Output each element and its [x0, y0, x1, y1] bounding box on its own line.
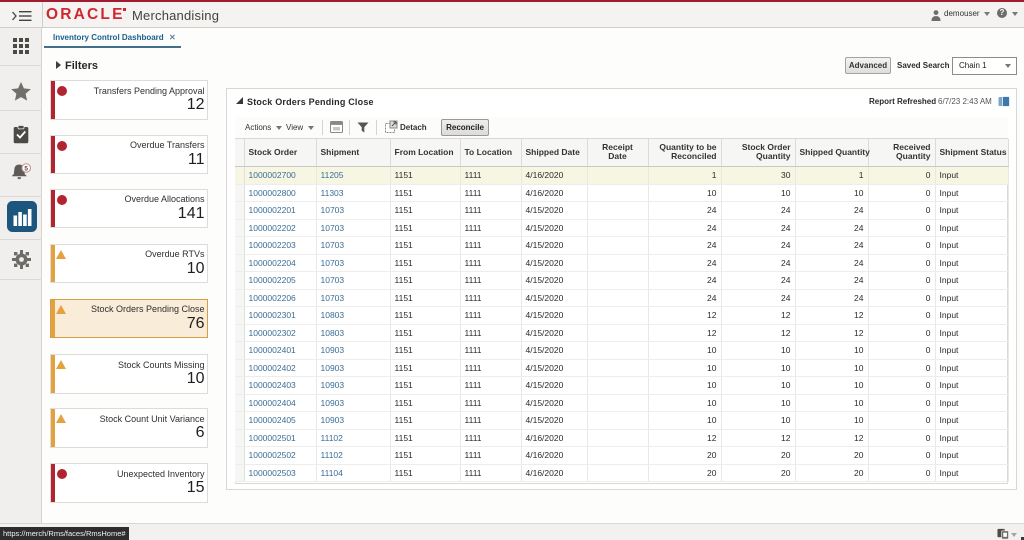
svg-text:5: 5: [24, 165, 28, 172]
